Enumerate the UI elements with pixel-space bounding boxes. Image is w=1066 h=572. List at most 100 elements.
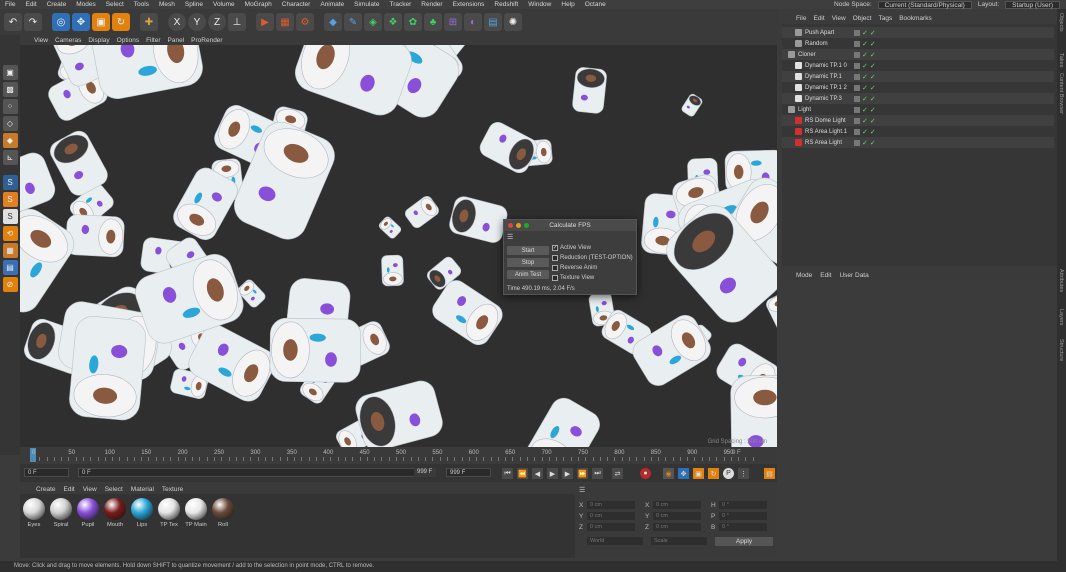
menu-tracker[interactable]: Tracker xyxy=(384,1,416,8)
menu-volume[interactable]: Volume xyxy=(208,1,240,8)
object-menu-tags[interactable]: Tags xyxy=(878,15,892,22)
object-row[interactable]: RS Area Light.1 ✓ ✓ xyxy=(782,126,1054,137)
autokey-icon[interactable]: ◉ xyxy=(663,468,674,479)
key-position-icon[interactable]: ✥ xyxy=(678,468,689,479)
layer-box[interactable] xyxy=(854,51,860,58)
visible-check-icon[interactable]: ✓ xyxy=(870,84,876,92)
object-menu-object[interactable]: Object xyxy=(853,15,872,22)
layer-box[interactable] xyxy=(854,128,860,135)
layer-box[interactable] xyxy=(854,40,860,47)
render-view-icon[interactable]: ▶ xyxy=(256,13,274,31)
attributes-menu-user-data[interactable]: User Data xyxy=(839,272,868,279)
material-swatch[interactable]: Pupil xyxy=(76,498,100,528)
move-icon[interactable]: ✥ xyxy=(72,13,90,31)
visible-check-icon[interactable]: ✓ xyxy=(870,106,876,114)
undo-icon[interactable]: ↶ xyxy=(4,13,22,31)
layer-box[interactable] xyxy=(854,73,860,80)
menu-select[interactable]: Select xyxy=(101,1,129,8)
enabled-check-icon[interactable]: ✓ xyxy=(862,73,868,81)
menu-animate[interactable]: Animate xyxy=(315,1,349,8)
material-menu-material[interactable]: Material xyxy=(131,486,154,493)
snap-quantize-icon[interactable]: S xyxy=(2,209,18,224)
menu-help[interactable]: Help xyxy=(556,1,579,8)
texture-view-option[interactable]: Texture View xyxy=(552,275,594,281)
stop-button[interactable]: Stop xyxy=(507,258,549,267)
preview-range-slider[interactable]: 0 F xyxy=(78,468,433,477)
cube-icon[interactable]: ◆ xyxy=(324,13,342,31)
tab-objects[interactable]: Objects xyxy=(1058,13,1064,32)
object-menu-bookmarks[interactable]: Bookmarks xyxy=(899,15,932,22)
enabled-check-icon[interactable]: ✓ xyxy=(862,29,868,37)
object-row[interactable]: Light ✓ ✓ xyxy=(782,104,1054,115)
reverse-anim-option[interactable]: Reverse Anim xyxy=(552,265,597,271)
layer-box[interactable] xyxy=(854,95,860,102)
material-menu-edit[interactable]: Edit xyxy=(64,486,75,493)
polygons-mode-icon[interactable]: ◆ xyxy=(2,133,18,148)
layer-box[interactable] xyxy=(854,117,860,124)
layout-dropdown[interactable]: Startup (User) xyxy=(1005,0,1060,9)
minimize-icon[interactable] xyxy=(516,223,521,228)
material-swatch[interactable]: TP Main xyxy=(184,498,208,528)
key-pla-icon[interactable]: ⋮ xyxy=(738,468,749,479)
active-view-checkbox[interactable]: ✓ xyxy=(552,245,558,251)
enabled-check-icon[interactable]: ✓ xyxy=(862,117,868,125)
edges-mode-icon[interactable]: ◇ xyxy=(2,116,18,131)
node-space-dropdown[interactable]: Current (Standard/Physical) xyxy=(877,0,972,9)
hamburger-icon[interactable]: ☰ xyxy=(507,233,513,241)
material-swatch[interactable]: Roll xyxy=(211,498,235,528)
viewport-menu-filter[interactable]: Filter xyxy=(146,37,160,44)
menu-simulate[interactable]: Simulate xyxy=(349,1,384,8)
record-icon[interactable]: ● xyxy=(640,468,651,479)
snap-icon[interactable]: S xyxy=(2,175,18,190)
menu-mograph[interactable]: MoGraph xyxy=(240,1,277,8)
tab-takes[interactable]: Takes xyxy=(1058,53,1064,67)
scale-icon[interactable]: ▣ xyxy=(92,13,110,31)
size-x-field[interactable]: 0 cm xyxy=(653,501,701,509)
visible-check-icon[interactable]: ✓ xyxy=(870,139,876,147)
attributes-menu-edit[interactable]: Edit xyxy=(820,272,831,279)
viewport-menu-cameras[interactable]: Cameras xyxy=(55,37,81,44)
viewport-menu-view[interactable]: View xyxy=(34,37,48,44)
points-mode-icon[interactable]: ⁘ xyxy=(2,99,18,114)
tab-attributes[interactable]: Attributes xyxy=(1058,269,1064,292)
object-row[interactable]: Dynamic TP.1 ✓ ✓ xyxy=(782,71,1054,82)
rot-h-field[interactable]: 0 ° xyxy=(719,501,767,509)
menu-render[interactable]: Render xyxy=(416,1,447,8)
object-row[interactable]: Cloner ✓ ✓ xyxy=(782,49,1054,60)
coordinates-menu-icon[interactable]: ☰ xyxy=(579,486,585,494)
anim-test-button[interactable]: Anim Test xyxy=(507,270,549,279)
key-scale-icon[interactable]: ▣ xyxy=(693,468,704,479)
pos-z-field[interactable]: 0 cm xyxy=(587,523,635,531)
reduction-option[interactable]: Reduction (TEST-OPTION) xyxy=(552,255,633,261)
timeline-window-icon[interactable]: ▤ xyxy=(764,468,775,479)
menu-file[interactable]: File xyxy=(0,1,20,8)
menu-edit[interactable]: Edit xyxy=(20,1,41,8)
workplane-icon[interactable]: ⟲ xyxy=(2,226,18,241)
reverse-anim-checkbox[interactable] xyxy=(552,265,558,271)
menu-character[interactable]: Character xyxy=(277,1,316,8)
loop-icon[interactable]: ⇄ xyxy=(612,468,623,479)
menu-octane[interactable]: Octane xyxy=(580,1,611,8)
next-key-icon[interactable]: ⏩ xyxy=(577,468,588,479)
menu-create[interactable]: Create xyxy=(42,1,72,8)
pos-x-field[interactable]: 0 cm xyxy=(587,501,635,509)
object-row[interactable]: Push Apart ✓ ✓ xyxy=(782,27,1054,38)
start-button[interactable]: Start xyxy=(507,246,549,255)
material-menu-view[interactable]: View xyxy=(83,486,97,493)
menu-modes[interactable]: Modes xyxy=(71,1,101,8)
material-swatch[interactable]: Lips xyxy=(130,498,154,528)
object-row[interactable]: RS Area Light ✓ ✓ xyxy=(782,137,1054,148)
viewport-menu-options[interactable]: Options xyxy=(117,37,139,44)
rotate-icon[interactable]: ↻ xyxy=(112,13,130,31)
visible-check-icon[interactable]: ✓ xyxy=(870,40,876,48)
texture-view-checkbox[interactable] xyxy=(552,275,558,281)
coordinate-mode-dropdown[interactable]: Scale xyxy=(651,537,707,545)
field-icon[interactable]: ♣ xyxy=(424,13,442,31)
reduction-checkbox[interactable] xyxy=(552,255,558,261)
enabled-check-icon[interactable]: ✓ xyxy=(862,62,868,70)
deformer-icon[interactable]: ✿ xyxy=(404,13,422,31)
material-swatch[interactable]: Eyes xyxy=(22,498,46,528)
menu-tools[interactable]: Tools xyxy=(129,1,154,8)
enabled-check-icon[interactable]: ✓ xyxy=(862,95,868,103)
viewport-menu-prorender[interactable]: ProRender xyxy=(191,37,222,44)
